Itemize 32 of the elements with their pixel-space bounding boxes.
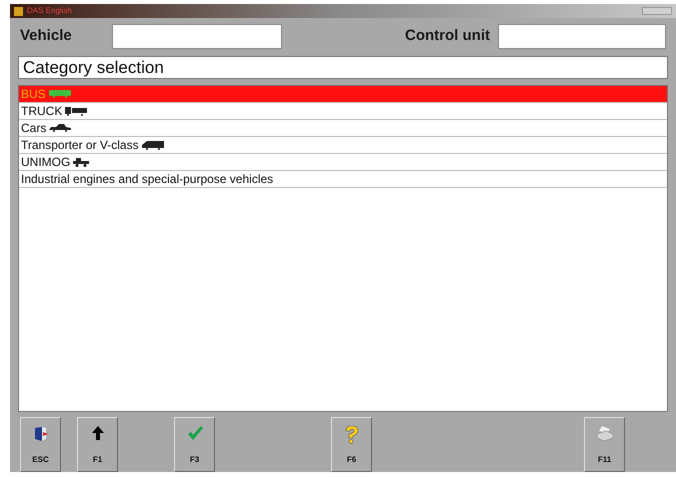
- category-label: Cars: [21, 120, 46, 137]
- function-key-button[interactable]: F3: [174, 417, 215, 472]
- checkmark-icon: [186, 426, 202, 440]
- category-label: Transporter or V-class: [21, 137, 139, 154]
- section-title: Category selection: [18, 56, 668, 79]
- app-icon: [14, 6, 23, 16]
- category-label: TRUCK: [21, 103, 62, 120]
- control-unit-label: Control unit: [405, 26, 490, 46]
- category-item[interactable]: TRUCK: [19, 103, 667, 120]
- category-item[interactable]: Industrial engines and special-purpose vehicles: [19, 171, 667, 188]
- category-label: UNIMOG: [21, 154, 70, 171]
- truck-icon: [65, 106, 88, 116]
- vehicle-label: Vehicle: [20, 26, 73, 46]
- function-key-button[interactable]: F6: [331, 417, 372, 472]
- category-label: Industrial engines and special-purpose vehicles: [21, 171, 274, 188]
- utility-vehicle-icon: [73, 158, 90, 166]
- category-item[interactable]: UNIMOG: [19, 154, 667, 171]
- up-arrow-icon: [92, 426, 104, 440]
- control-unit-field[interactable]: [498, 24, 666, 48]
- question-mark-icon: [342, 426, 360, 444]
- function-key-button[interactable]: F11: [584, 417, 625, 472]
- function-key-button[interactable]: F1: [77, 417, 118, 472]
- category-item[interactable]: Transporter or V-class: [19, 137, 667, 154]
- door-exit-icon: [32, 426, 48, 442]
- category-item[interactable]: Cars: [19, 120, 667, 137]
- car-icon: [49, 124, 72, 132]
- category-label: BUS: [21, 86, 46, 103]
- van-icon: [142, 140, 164, 150]
- window-title: DAS English: [27, 7, 72, 15]
- bus-icon: [48, 90, 71, 98]
- function-key-button[interactable]: ESC: [20, 417, 61, 472]
- vehicle-field[interactable]: [112, 24, 282, 48]
